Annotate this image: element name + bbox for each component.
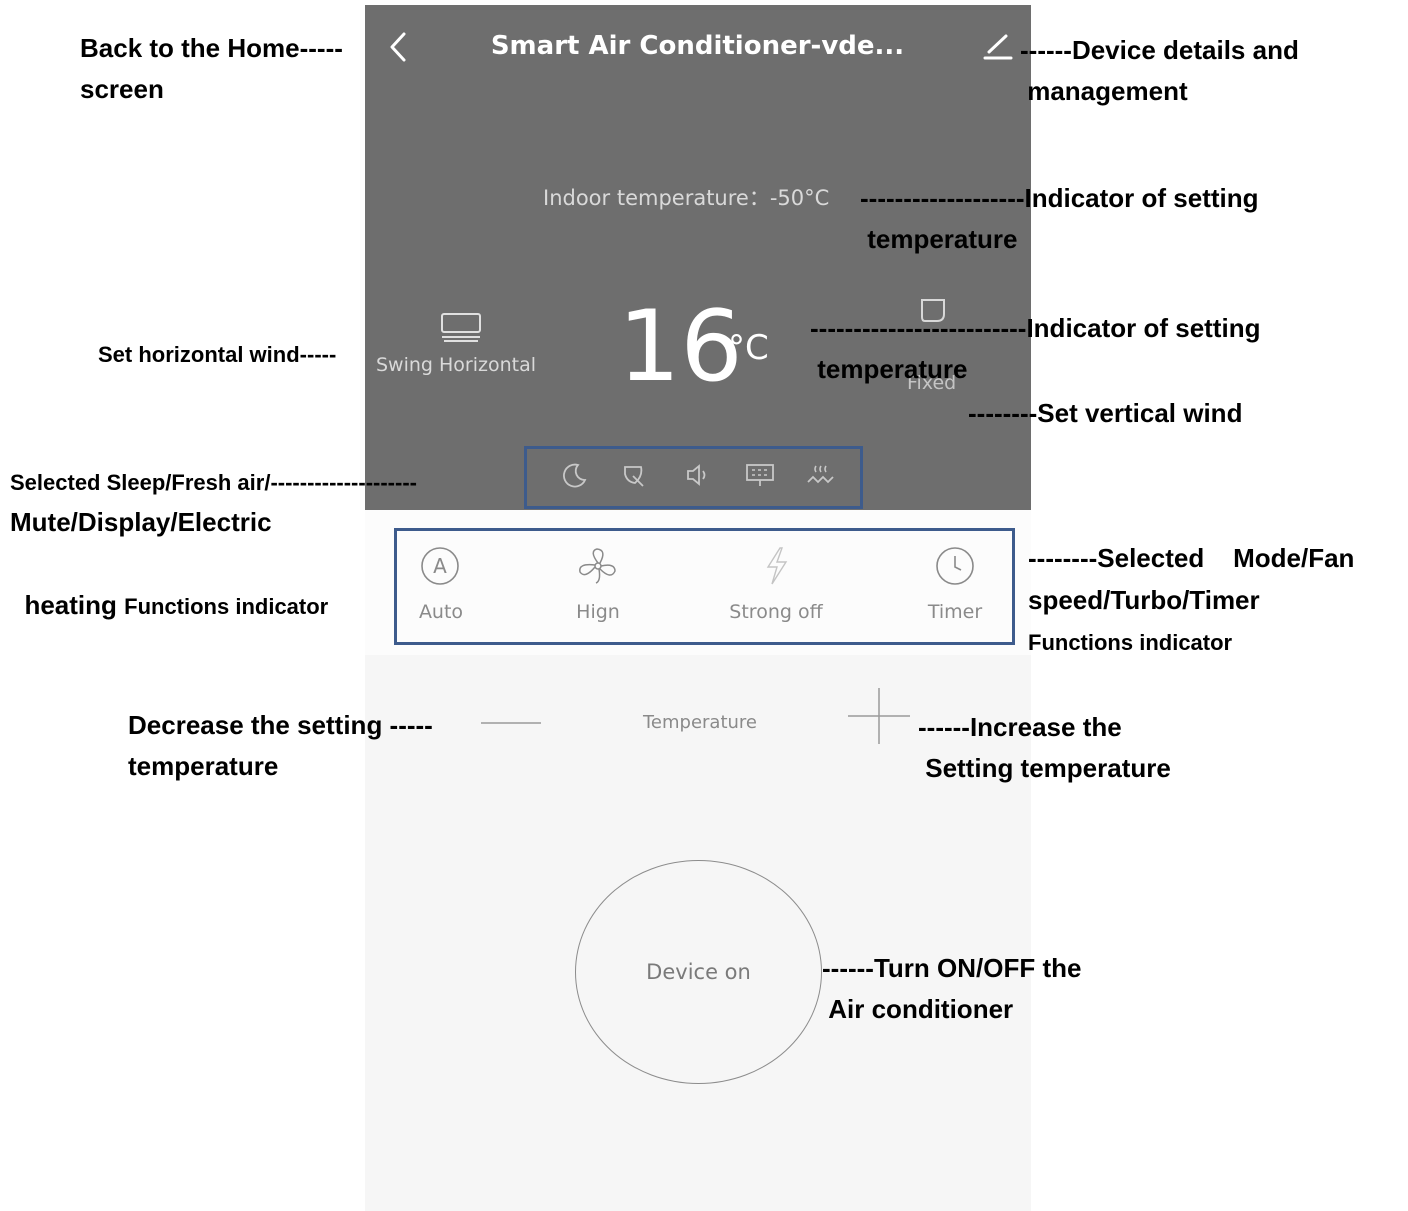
mute-speaker-icon[interactable] bbox=[683, 460, 713, 490]
mode-turbo[interactable]: Strong off bbox=[720, 545, 832, 630]
device-title: Smart Air Conditioner-vde... bbox=[490, 31, 905, 61]
annotation-vertical-wind: --------Set vertical wind bbox=[968, 398, 1243, 428]
auto-mode-icon: A bbox=[421, 547, 459, 585]
mode-timer[interactable]: Timer bbox=[920, 545, 990, 630]
annotation-functions-indicator: Functions indicator bbox=[124, 594, 329, 619]
annotation-device-details: ------Device details and management bbox=[1020, 35, 1299, 106]
annotation-mode-line1: --------Selected Mode/Fan bbox=[1028, 543, 1355, 573]
annotation-functions-line3: heating Functions indicator bbox=[10, 544, 328, 627]
swing-horizontal-label: Swing Horizontal bbox=[376, 354, 537, 376]
annotation-power: ------Turn ON/OFF the Air conditioner bbox=[822, 953, 1082, 1024]
fan-icon bbox=[579, 548, 616, 584]
mode-fan-label: Hign bbox=[576, 601, 620, 623]
chevron-left-icon bbox=[390, 32, 406, 62]
annotation-setting-indicator: -------------------------Indicator of se… bbox=[810, 313, 1261, 384]
mode-auto[interactable]: A Auto bbox=[405, 545, 477, 630]
annotation-decrease: Decrease the setting ----- temperature bbox=[128, 710, 433, 781]
power-button-label: Device on bbox=[646, 960, 751, 984]
set-temperature-value: 16 bbox=[618, 290, 743, 404]
annotation-functions-heating: heating bbox=[24, 590, 125, 620]
mode-timer-label: Timer bbox=[927, 601, 983, 623]
minus-icon bbox=[481, 722, 541, 724]
svg-text:A: A bbox=[433, 554, 447, 578]
display-icon[interactable] bbox=[744, 460, 776, 490]
edit-device-button[interactable] bbox=[980, 30, 1016, 64]
electric-heating-icon[interactable] bbox=[805, 460, 837, 490]
mode-auto-label: Auto bbox=[418, 601, 464, 623]
annotation-back: Back to the Home----- screen bbox=[80, 33, 343, 104]
increase-temperature-button[interactable] bbox=[845, 686, 913, 748]
annotation-horizontal-wind: Set horizontal wind----- bbox=[98, 342, 337, 367]
horizontal-swing-icon bbox=[441, 313, 481, 342]
back-button[interactable] bbox=[384, 28, 416, 68]
swing-horizontal-button[interactable]: Swing Horizontal bbox=[370, 310, 555, 382]
temperature-unit: °C bbox=[728, 328, 769, 368]
pencil-icon bbox=[983, 34, 1013, 60]
mode-fan-speed[interactable]: Hign bbox=[558, 545, 638, 630]
fresh-air-leaf-icon[interactable] bbox=[619, 460, 649, 490]
annotation-indoor-indicator: -------------------Indicator of setting … bbox=[860, 183, 1259, 254]
annotation-mode-line3: Functions indicator bbox=[1028, 630, 1233, 655]
clock-icon bbox=[936, 547, 974, 585]
indoor-temperature-indicator: Indoor temperature：-50°C bbox=[543, 186, 830, 210]
sleep-moon-icon[interactable] bbox=[559, 460, 589, 490]
plus-icon bbox=[848, 688, 910, 744]
function-icon-row bbox=[555, 458, 845, 492]
turbo-lightning-icon bbox=[766, 547, 788, 585]
mode-turbo-label: Strong off bbox=[729, 601, 823, 623]
annotation-functions-line1: Selected Sleep/Fresh air/---------------… bbox=[10, 470, 417, 495]
annotation-increase: ------Increase the Setting temperature bbox=[918, 712, 1171, 783]
temperature-label: Temperature bbox=[642, 712, 758, 733]
annotation-mode-line2: speed/Turbo/Timer bbox=[1028, 585, 1260, 615]
annotation-functions-line2: Mute/Display/Electric bbox=[10, 507, 272, 537]
decrease-temperature-button[interactable] bbox=[475, 705, 545, 741]
